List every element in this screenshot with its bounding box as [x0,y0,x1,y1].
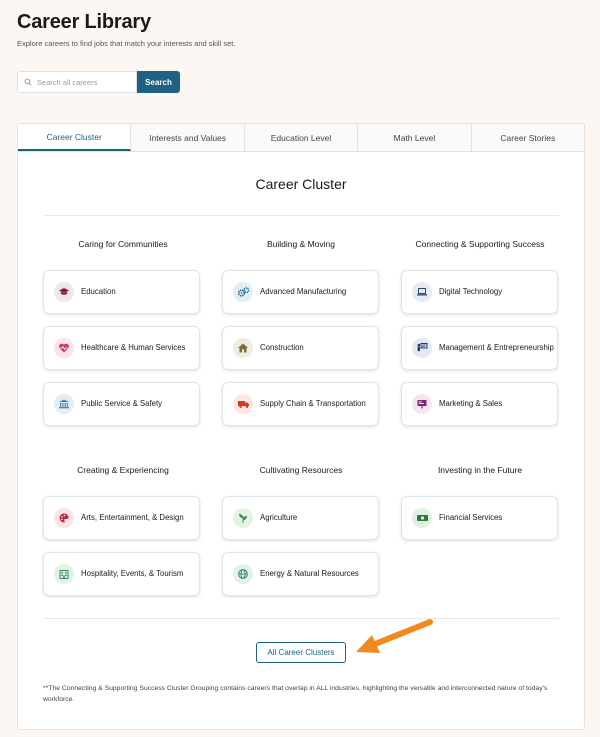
cluster-card-label: Digital Technology [439,286,503,296]
billboard-icon [412,394,432,414]
page-subtitle: Explore careers to find jobs that match … [17,39,236,48]
tab-career-cluster[interactable]: Career Cluster [18,124,132,151]
cluster-card-label: Supply Chain & Transportation [260,398,366,408]
page-title: Career Library [17,11,151,33]
cluster-card-hospitality[interactable]: Hospitality, Events, & Tourism [43,552,200,596]
cluster-card-label: Construction [260,342,304,352]
laptop-icon [412,282,432,302]
cluster-card-advanced-manufacturing[interactable]: Advanced Manufacturing [222,270,379,314]
tab-interests-and-values[interactable]: Interests and Values [131,124,245,151]
cluster-card-label: Hospitality, Events, & Tourism [81,568,184,578]
group-heading-connecting: Connecting & Supporting Success [415,239,545,249]
house-icon [233,338,253,358]
cluster-card-digital-technology[interactable]: Digital Technology [401,270,558,314]
cluster-card-label: Energy & Natural Resources [260,568,359,578]
cluster-card-supply-chain[interactable]: Supply Chain & Transportation [222,382,379,426]
hotel-icon [54,564,74,584]
cluster-card-financial-services[interactable]: Financial Services [401,496,558,540]
section-title: Career Cluster [255,176,347,192]
search-input[interactable] [36,77,136,87]
tab-career-stories[interactable]: Career Stories [471,124,585,151]
plant-icon [233,508,253,528]
cluster-card-arts[interactable]: Arts, Entertainment, & Design [43,496,200,540]
cluster-card-label: Public Service & Safety [81,398,163,408]
search-bar: Search [17,71,180,93]
group-heading-investing: Investing in the Future [437,465,523,475]
money-icon [412,508,432,528]
tab-bar: Career Cluster Interests and Values Educ… [18,124,585,152]
cluster-card-construction[interactable]: Construction [222,326,379,370]
palette-icon [54,508,74,528]
cluster-card-label: Education [81,286,116,296]
globe-leaf-icon [233,564,253,584]
cluster-card-education[interactable]: Education [43,270,200,314]
heart-pulse-icon [54,338,74,358]
career-panel: Career Cluster Interests and Values Educ… [17,123,585,730]
gears-icon [233,282,253,302]
group-heading-caring: Caring for Communities [78,239,168,249]
presentation-icon [412,338,432,358]
cluster-card-label: Agriculture [260,512,298,522]
tab-education-level[interactable]: Education Level [244,124,359,151]
truck-icon [233,394,253,414]
group-heading-cultivating: Cultivating Resources [259,465,343,475]
cluster-card-energy[interactable]: Energy & Natural Resources [222,552,379,596]
arrow-icon [356,619,433,653]
cluster-card-label: Arts, Entertainment, & Design [81,512,184,522]
cluster-card-label: Financial Services [439,512,503,522]
search-button[interactable]: Search [137,71,180,93]
search-icon [24,78,32,86]
cluster-card-label: Management & Entrepreneurship [439,342,554,352]
cluster-card-public-service[interactable]: Public Service & Safety [43,382,200,426]
cluster-card-agriculture[interactable]: Agriculture [222,496,379,540]
graduation-cap-icon [54,282,74,302]
cluster-card-management[interactable]: Management & Entrepreneurship [401,326,558,370]
cluster-card-label: Marketing & Sales [439,398,503,408]
cluster-card-label: Healthcare & Human Services [81,342,186,352]
footnote: **The Connecting & Supporting Success Cl… [43,685,548,703]
search-field[interactable] [17,71,137,93]
government-building-icon [54,394,74,414]
group-heading-building: Building & Moving [266,239,336,249]
divider [43,215,559,216]
group-heading-creating: Creating & Experiencing [77,465,169,475]
all-career-clusters-button[interactable]: All Career Clusters [256,642,346,663]
tab-math-level[interactable]: Math Level [358,124,472,151]
cluster-card-healthcare[interactable]: Healthcare & Human Services [43,326,200,370]
cluster-card-marketing[interactable]: Marketing & Sales [401,382,558,426]
divider [43,618,559,619]
cluster-card-label: Advanced Manufacturing [260,286,347,296]
